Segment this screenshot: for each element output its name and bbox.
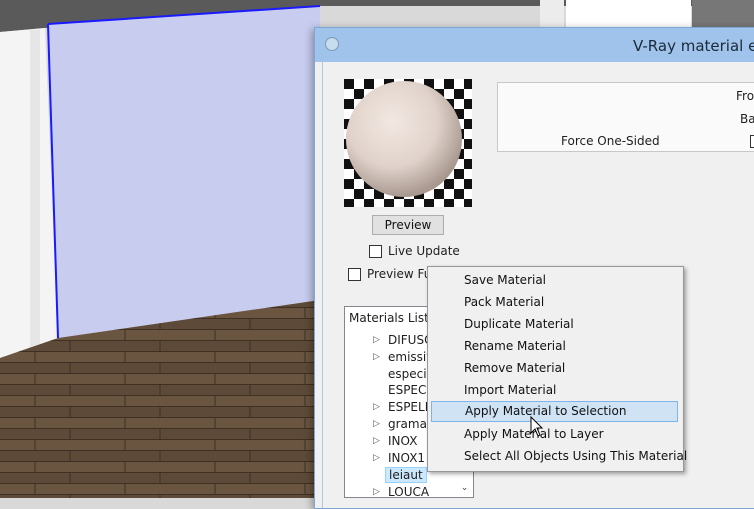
force-one-sided-checkbox[interactable]: [750, 135, 754, 148]
menu-item-apply-to-layer[interactable]: Apply Material to Layer: [431, 424, 678, 445]
triangle-right-icon[interactable]: ▷: [373, 416, 380, 432]
menu-item-duplicate-material[interactable]: Duplicate Material: [431, 314, 678, 335]
menu-item-rename-material[interactable]: Rename Material: [431, 336, 678, 357]
back-label: Bac: [740, 112, 754, 126]
pointer-cursor-icon: [530, 416, 544, 437]
live-update-option[interactable]: Live Update: [369, 244, 460, 258]
menu-item-remove-material[interactable]: Remove Material: [431, 358, 678, 379]
menu-item-select-all-objects[interactable]: Select All Objects Using This Material: [431, 446, 687, 467]
preview-button[interactable]: Preview: [372, 215, 444, 235]
title-bar[interactable]: V-Ray material ed: [315, 28, 754, 62]
live-update-checkbox[interactable]: [369, 244, 382, 258]
material-options-panel: Fron Bac Force One-Sided: [497, 82, 754, 152]
materials-list-header: Materials List: [349, 311, 429, 325]
preview-sphere-render: [344, 79, 472, 207]
triangle-right-icon[interactable]: ▷: [373, 332, 380, 348]
menu-item-pack-material[interactable]: Pack Material: [431, 292, 678, 313]
selected-wall[interactable]: [48, 6, 320, 338]
menu-item-import-material[interactable]: Import Material: [431, 380, 678, 401]
front-label: Fron: [736, 89, 754, 103]
force-one-sided-label: Force One-Sided: [561, 134, 660, 148]
triangle-right-icon[interactable]: ▷: [373, 450, 380, 466]
menu-item-apply-to-selection[interactable]: Apply Material to Selection: [431, 401, 678, 422]
chevron-down-icon[interactable]: ⌄: [458, 482, 471, 495]
material-context-menu: Save Material Pack Material Duplicate Ma…: [427, 266, 687, 472]
triangle-right-icon[interactable]: ▷: [373, 349, 380, 365]
material-preview-image: [344, 79, 472, 207]
preview-full-checkbox[interactable]: [348, 267, 361, 281]
window-app-icon: [325, 37, 339, 51]
window-title: V-Ray material ed: [633, 37, 754, 55]
menu-item-save-material[interactable]: Save Material: [431, 270, 678, 291]
triangle-right-icon[interactable]: ▷: [373, 399, 380, 415]
live-update-label: Live Update: [388, 244, 460, 258]
triangle-right-icon[interactable]: ▷: [373, 484, 380, 497]
triangle-right-icon[interactable]: ▷: [373, 433, 380, 449]
